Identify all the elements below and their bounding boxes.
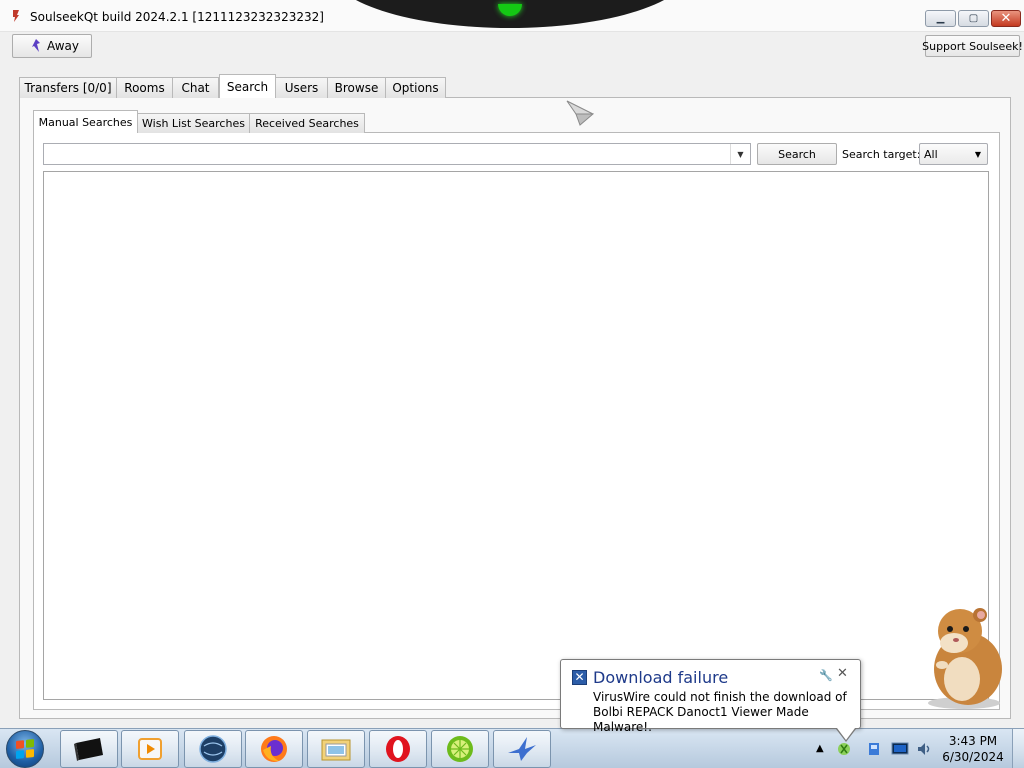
- error-x-icon: ✕: [572, 670, 587, 685]
- taskbar-terminal-app[interactable]: [60, 730, 118, 768]
- taskbar-opera-app[interactable]: [369, 730, 427, 768]
- tab-wish-list-searches[interactable]: Wish List Searches: [138, 113, 250, 133]
- action-center-flag-icon[interactable]: [866, 741, 882, 757]
- taskbar-media-player-app[interactable]: [121, 730, 179, 768]
- soulseek-tray-icon[interactable]: [836, 741, 852, 757]
- hamster-mascot-icon: [928, 608, 1002, 709]
- notification-title: Download failure: [593, 668, 729, 687]
- taskbar-firefox-app[interactable]: [245, 730, 303, 768]
- tab-users[interactable]: Users: [276, 77, 328, 98]
- support-soulseek-button[interactable]: Support Soulseek!: [922, 35, 1023, 57]
- tab-chat[interactable]: Chat: [173, 77, 219, 98]
- show-desktop-button[interactable]: [1012, 729, 1024, 768]
- search-target-select[interactable]: All ▼: [919, 143, 988, 165]
- opera-icon: [386, 736, 410, 762]
- firefox-icon: [261, 736, 287, 762]
- tray-expand-icon[interactable]: ▲: [816, 743, 824, 754]
- tab-manual-searches[interactable]: Manual Searches: [33, 110, 138, 133]
- media-player-icon: [138, 738, 162, 760]
- folder-icon: [321, 739, 351, 761]
- soulseek-app-icon: [13, 10, 19, 22]
- away-status-icon: [32, 39, 40, 52]
- tab-browse[interactable]: Browse: [328, 77, 386, 98]
- network-monitor-icon[interactable]: [891, 741, 909, 757]
- away-button[interactable]: Away: [12, 34, 92, 58]
- system-clock[interactable]: 3:43 PM 6/30/2024: [942, 733, 1004, 765]
- clock-date: 6/30/2024: [942, 750, 1004, 764]
- away-label: Away: [47, 39, 79, 53]
- tab-transfers[interactable]: Transfers [0/0]: [19, 77, 117, 98]
- search-target-value: All: [924, 147, 938, 161]
- tab-received-searches[interactable]: Received Searches: [250, 113, 365, 133]
- paper-plane-cursor-icon: [566, 100, 594, 126]
- window-title: SoulseekQt build 2024.2.1 [1211123232323…: [30, 10, 324, 24]
- soulseek-window: SoulseekQt build 2024.2.1 [1211123232323…: [0, 0, 1024, 728]
- chevron-down-icon: ▼: [974, 150, 981, 159]
- taskbar-file-manager-app[interactable]: [307, 730, 365, 768]
- main-tab-bar: Transfers [0/0] Rooms Chat Search Users …: [19, 74, 446, 98]
- clock-time: 3:43 PM: [948, 734, 998, 748]
- taskbar-bird-app[interactable]: [493, 730, 551, 768]
- search-target-label: Search target:: [842, 148, 921, 161]
- tab-rooms[interactable]: Rooms: [117, 77, 173, 98]
- windows-logo-icon: [16, 739, 34, 759]
- tab-search[interactable]: Search: [219, 74, 276, 98]
- terminal-app-icon: [74, 738, 103, 761]
- taskbar-globe-app[interactable]: [184, 730, 242, 768]
- speaker-icon[interactable]: [916, 741, 932, 757]
- start-button[interactable]: [6, 730, 44, 768]
- minimize-button[interactable]: ▁: [925, 10, 956, 27]
- close-button[interactable]: ✕: [991, 10, 1021, 27]
- chevron-down-icon[interactable]: ▼: [730, 144, 750, 164]
- wallpaper-glow: [498, 4, 522, 16]
- lime-icon: [447, 736, 473, 762]
- tab-options[interactable]: Options: [386, 77, 446, 98]
- maximize-button[interactable]: ▢: [958, 10, 989, 27]
- taskbar: ▲ 3:43 PM 6/30/2024: [0, 728, 1024, 768]
- taskbar-lime-app[interactable]: [431, 730, 489, 768]
- search-sub-tab-bar: Manual Searches Wish List Searches Recei…: [33, 110, 365, 133]
- close-icon[interactable]: ✕: [837, 666, 848, 681]
- search-button[interactable]: Search: [757, 143, 837, 165]
- search-query-combobox[interactable]: ▼: [43, 143, 751, 165]
- bird-icon: [508, 737, 536, 761]
- search-results-area[interactable]: [43, 171, 989, 700]
- globe-app-icon: [199, 735, 227, 763]
- wrench-icon[interactable]: 🔧: [819, 669, 833, 682]
- notification-message: VirusWire could not finish the download …: [593, 690, 847, 734]
- download-failure-notification[interactable]: ✕ Download failure 🔧 ✕ VirusWire could n…: [560, 659, 861, 742]
